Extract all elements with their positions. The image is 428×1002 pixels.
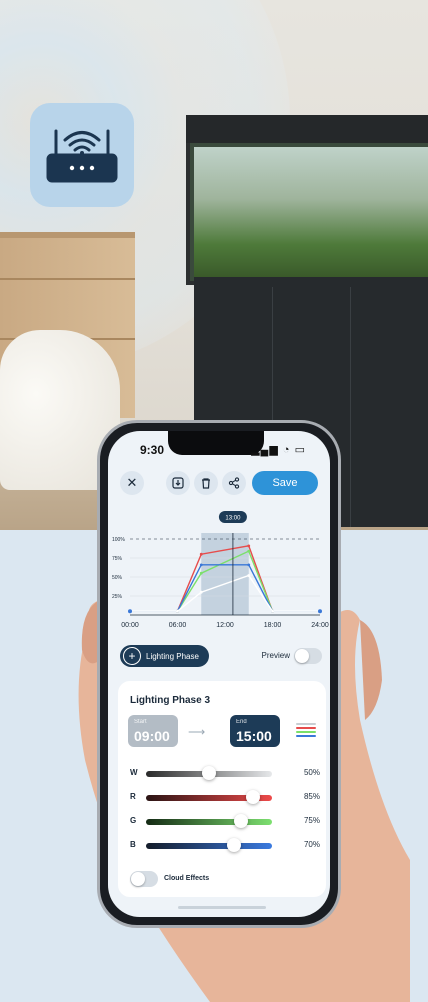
toggle-knob xyxy=(295,649,309,663)
slider-value: 50% xyxy=(303,768,320,777)
start-time-box[interactable]: Start 09:00 xyxy=(128,715,178,747)
add-lighting-phase-button[interactable]: + Lighting Phase xyxy=(120,645,209,667)
add-lighting-phase-label: Lighting Phase xyxy=(146,651,199,661)
series-point xyxy=(199,552,203,556)
series-point xyxy=(199,571,203,575)
phase-highlight xyxy=(201,533,249,615)
y-tick-label: 50% xyxy=(112,575,123,581)
y-tick-label: 75% xyxy=(112,556,123,562)
delete-button[interactable] xyxy=(194,471,218,495)
wifi-icon: ◔ xyxy=(282,444,291,456)
y-tick-label: 100% xyxy=(112,537,125,543)
series-point xyxy=(247,574,251,577)
slider-g[interactable]: G 75% xyxy=(130,814,320,829)
status-icons: ▂▄▆ ◔ ▭ xyxy=(251,443,306,456)
slider-r[interactable]: R 85% xyxy=(130,790,320,805)
close-button[interactable]: ✕ xyxy=(120,471,144,495)
slider-value: 85% xyxy=(303,792,320,801)
signal-icon: ▂▄▆ xyxy=(251,444,279,456)
home-indicator xyxy=(178,906,266,909)
preview-toggle[interactable] xyxy=(294,648,322,664)
x-tick-label: 06:00 xyxy=(169,622,187,629)
share-button[interactable] xyxy=(222,471,246,495)
end-time-box[interactable]: End 15:00 xyxy=(230,715,280,747)
start-time: 09:00 xyxy=(134,728,170,744)
download-button[interactable] xyxy=(166,471,190,495)
end-time: 15:00 xyxy=(236,728,272,744)
trash-icon xyxy=(202,478,210,489)
slider-thumb[interactable] xyxy=(233,814,248,828)
channel-label: B xyxy=(130,840,136,849)
current-time-label: 13:00 xyxy=(225,516,241,522)
slider-value: 70% xyxy=(303,840,320,849)
slider-thumb[interactable] xyxy=(202,766,216,780)
phone: 9:30 ▂▄▆ ◔ ▭ ✕ Save 100% 75% 50% 25% 00:… xyxy=(97,420,341,928)
phase-row: + Lighting Phase Preview xyxy=(108,645,330,673)
battery-icon: ▭ xyxy=(294,444,306,456)
series-point xyxy=(247,544,251,548)
color-mix-icon xyxy=(296,723,316,739)
arrow-icon: ⟶ xyxy=(188,725,206,739)
slider-w[interactable]: W 50% xyxy=(130,766,320,781)
toolbar: ✕ Save xyxy=(108,471,330,501)
series-point xyxy=(199,590,203,594)
slider-track[interactable] xyxy=(146,790,272,804)
cloud-effects-label: Cloud Effects xyxy=(164,875,210,882)
toggle-knob xyxy=(131,872,145,886)
x-tick-label: 12:00 xyxy=(216,622,234,629)
series-point xyxy=(176,609,179,613)
wifi-router-icon xyxy=(46,129,118,183)
end-label: End xyxy=(236,719,247,725)
slider-b[interactable]: B 70% xyxy=(130,838,320,853)
end-point xyxy=(318,609,322,614)
slider-track[interactable] xyxy=(146,814,272,828)
start-label: Start xyxy=(134,719,147,725)
slider-thumb[interactable] xyxy=(227,838,242,852)
series-point xyxy=(271,609,274,613)
phase-title: Lighting Phase 3 xyxy=(130,695,211,706)
preview-label: Preview xyxy=(261,651,290,660)
x-tick-label: 24:00 xyxy=(311,622,329,629)
series-point xyxy=(247,549,251,553)
router-tile xyxy=(30,103,134,207)
plus-icon: + xyxy=(123,647,141,665)
channel-label: R xyxy=(130,792,136,801)
series-point xyxy=(247,563,251,567)
lighting-phase-card: Lighting Phase 3 Start 09:00 ⟶ End 15:00… xyxy=(118,681,326,897)
channel-label: W xyxy=(130,768,138,777)
aquarium xyxy=(186,115,428,285)
slider-track[interactable] xyxy=(146,766,272,780)
download-icon xyxy=(172,477,184,489)
save-button[interactable]: Save xyxy=(252,471,318,495)
close-icon: ✕ xyxy=(126,475,138,490)
start-point xyxy=(128,609,132,614)
x-tick-label: 18:00 xyxy=(264,622,282,629)
lighting-chart[interactable]: 100% 75% 50% 25% 00:00 06:00 12:00 18:00 24:00 13… xyxy=(108,505,330,635)
slider-track[interactable] xyxy=(146,838,272,852)
slider-thumb[interactable] xyxy=(246,790,261,804)
app-screen: 9:30 ▂▄▆ ◔ ▭ ✕ Save 100% 75% 50% 25% 00:… xyxy=(108,431,330,917)
channel-label: G xyxy=(130,816,137,825)
y-tick-label: 25% xyxy=(112,594,123,600)
status-time: 9:30 xyxy=(140,443,165,457)
share-icon xyxy=(228,477,240,489)
cloud-effects-toggle[interactable] xyxy=(130,871,158,887)
x-tick-label: 00:00 xyxy=(121,622,139,629)
series-point xyxy=(199,563,203,567)
slider-value: 75% xyxy=(303,816,320,825)
notch xyxy=(168,431,264,455)
